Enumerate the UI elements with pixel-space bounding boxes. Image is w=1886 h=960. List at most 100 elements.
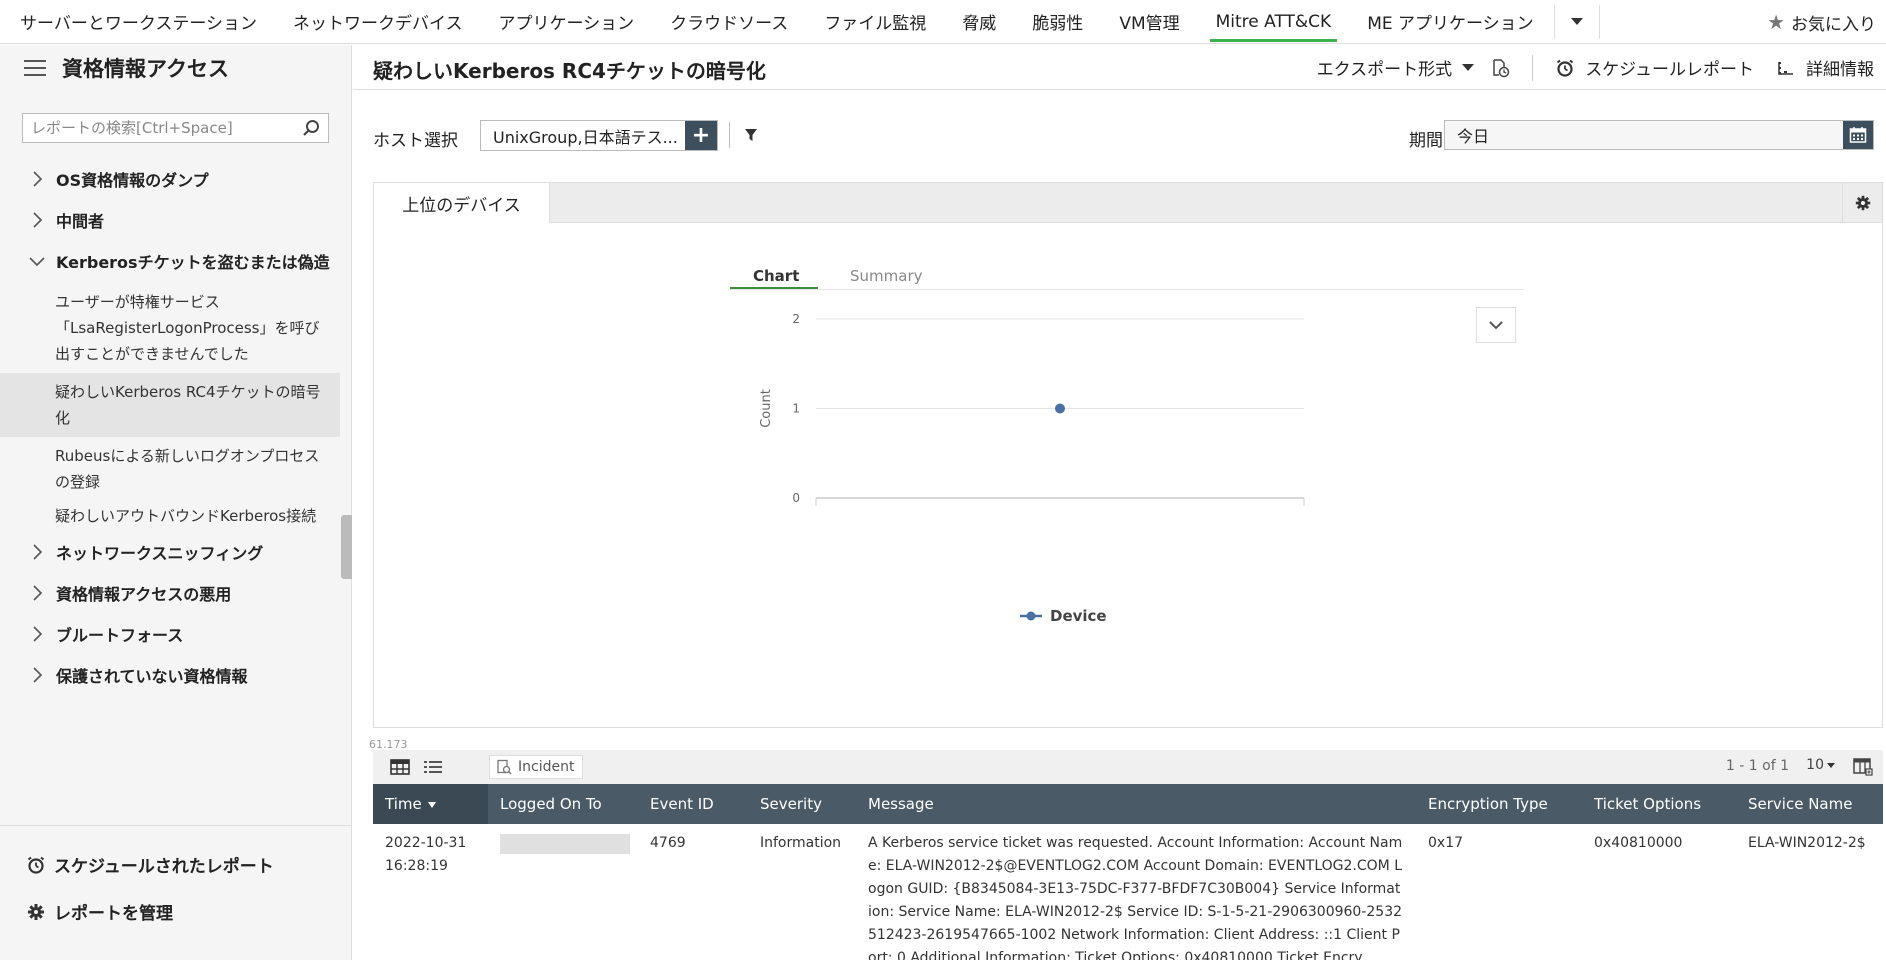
favorites-button[interactable]: ★ お気に入り bbox=[1767, 0, 1876, 44]
nav-tab-network-devices[interactable]: ネットワークデバイス bbox=[275, 0, 481, 44]
period-value: 今日 bbox=[1457, 127, 1490, 146]
caret-down-icon bbox=[1462, 64, 1475, 71]
nav-tab-servers[interactable]: サーバーとワークステーション bbox=[0, 0, 275, 44]
host-select-label: ホスト選択 bbox=[373, 131, 458, 151]
column-header-message[interactable]: Message bbox=[856, 784, 1416, 824]
scheduled-reports-label: スケジュールされたレポート bbox=[54, 857, 274, 877]
chevron-right-icon bbox=[33, 543, 43, 560]
table-header-row: Time Logged On To Event ID Severity Mess… bbox=[373, 784, 1883, 824]
tree-node-man-in-the-middle[interactable]: 中間者 bbox=[0, 199, 351, 240]
tree-node-label: OS資格情報のダンプ bbox=[56, 170, 209, 190]
column-header-severity[interactable]: Severity bbox=[748, 784, 856, 824]
tree-node-unsecured-credentials[interactable]: 保護されていない資格情報 bbox=[0, 654, 351, 695]
scheduled-reports-link[interactable]: スケジュールされたレポート bbox=[0, 841, 351, 888]
cell-service-name: ELA-WIN2012-2$ bbox=[1748, 835, 1866, 851]
tree-leaf-rubeus-logon[interactable]: Rubeusによる新しいログオンプロセスの登録 bbox=[0, 437, 340, 501]
report-tree: OS資格情報のダンプ 中間者 Kerberosチケットを盗むまたは偽造 ユーザー… bbox=[0, 158, 351, 695]
tree-node-network-sniffing[interactable]: ネットワークスニッフィング bbox=[0, 531, 351, 572]
nav-tab-threats[interactable]: 脅威 bbox=[944, 0, 1014, 44]
tree-node-kerberos-tickets[interactable]: Kerberosチケットを盗むまたは偽造 bbox=[0, 240, 351, 281]
tree-leaf-lsa-register-logon[interactable]: ユーザーが特権サービス「LsaRegisterLogonProcess」を呼び出… bbox=[0, 283, 340, 373]
column-header-time[interactable]: Time bbox=[373, 784, 488, 824]
sort-desc-icon bbox=[427, 801, 436, 808]
grid-toolbar: Incident 1 - 1 of 1 10 bbox=[373, 750, 1883, 784]
caret-down-icon bbox=[1827, 762, 1835, 768]
gear-icon bbox=[28, 903, 44, 920]
panel-settings-button[interactable] bbox=[1842, 183, 1882, 223]
chart-tab-chart[interactable]: Chart bbox=[753, 267, 799, 285]
sidebar-footer: スケジュールされたレポート レポートを管理 bbox=[0, 825, 351, 935]
column-header-service-name[interactable]: Service Name bbox=[1736, 784, 1883, 824]
schedule-report-button[interactable]: スケジュールレポート bbox=[1555, 55, 1754, 80]
cell-logged-on-to bbox=[488, 824, 638, 960]
nav-tab-vm-management[interactable]: VM管理 bbox=[1101, 0, 1197, 44]
calendar-button[interactable] bbox=[1843, 121, 1873, 149]
cell-time: 2022-10-31 16:28:19 bbox=[385, 835, 467, 874]
nav-more-button[interactable] bbox=[1557, 0, 1597, 44]
filter-divider bbox=[729, 122, 730, 148]
cell-message: A Kerberos service ticket was requested.… bbox=[868, 835, 1403, 960]
cell-encryption-type: 0x17 bbox=[1428, 835, 1464, 851]
y-tick-label: 1 bbox=[792, 402, 800, 416]
top-devices-panel: 上位のデバイス Chart Summary 0 1 2 Count Device bbox=[373, 182, 1883, 728]
nav-separator bbox=[1553, 4, 1555, 39]
chart-tab-summary[interactable]: Summary bbox=[850, 267, 923, 285]
tree-node-os-credential-dump[interactable]: OS資格情報のダンプ bbox=[0, 158, 351, 199]
list-view-icon[interactable] bbox=[423, 759, 443, 775]
tree-leaf-outbound-kerberos[interactable]: 疑わしいアウトバウンドKerberos接続 bbox=[0, 501, 340, 531]
details-button[interactable]: 詳細情報 bbox=[1776, 55, 1874, 80]
legend-marker bbox=[1026, 611, 1036, 621]
per-page-select[interactable]: 10 bbox=[1806, 757, 1835, 773]
tree-leaf-suspicious-rc4[interactable]: 疑わしいKerberos RC4チケットの暗号化 bbox=[0, 373, 340, 437]
gear-icon bbox=[1855, 195, 1870, 211]
details-label: 詳細情報 bbox=[1806, 60, 1874, 80]
nav-tab-me-applications[interactable]: ME アプリケーション bbox=[1349, 0, 1551, 44]
tree-node-credential-access-abuse[interactable]: 資格情報アクセスの悪用 bbox=[0, 572, 351, 613]
manage-reports-link[interactable]: レポートを管理 bbox=[0, 888, 351, 935]
pagination-info: 1 - 1 of 1 bbox=[1725, 758, 1789, 774]
nav-separator bbox=[1598, 4, 1600, 39]
sidebar-collapse-handle[interactable] bbox=[341, 515, 352, 579]
tree-node-label: ネットワークスニッフィング bbox=[56, 543, 264, 563]
column-header-logged-on-to[interactable]: Logged On To bbox=[488, 784, 638, 824]
nav-tab-vulnerabilities[interactable]: 脆弱性 bbox=[1014, 0, 1101, 44]
search-icon[interactable] bbox=[302, 119, 320, 137]
chart-tab-underline bbox=[730, 287, 818, 289]
period-label: 期間 bbox=[1409, 131, 1443, 151]
incident-button[interactable]: Incident bbox=[489, 755, 584, 779]
hamburger-menu-icon[interactable] bbox=[24, 60, 46, 76]
chevron-right-icon bbox=[33, 666, 43, 683]
table-view-icon[interactable] bbox=[390, 759, 410, 775]
report-search-input[interactable] bbox=[31, 119, 291, 137]
column-header-ticket-options[interactable]: Ticket Options bbox=[1582, 784, 1736, 824]
nav-tab-applications[interactable]: アプリケーション bbox=[480, 0, 652, 44]
data-point bbox=[1055, 403, 1065, 414]
nav-tab-cloud-sources[interactable]: クラウドソース bbox=[652, 0, 806, 44]
page-title: 疑わしいKerberos RC4チケットの暗号化 bbox=[373, 59, 766, 83]
main-content: 疑わしいKerberos RC4チケットの暗号化 エクスポート形式 スケジュール… bbox=[353, 45, 1886, 960]
column-header-event-id[interactable]: Event ID bbox=[638, 784, 748, 824]
nav-tab-mitre-attack[interactable]: Mitre ATT&CK bbox=[1198, 0, 1350, 44]
cell-ticket-options: 0x40810000 bbox=[1594, 835, 1683, 851]
column-chooser-icon[interactable] bbox=[1853, 758, 1873, 776]
host-select-field[interactable]: UnixGroup,日本語テス... + bbox=[480, 120, 718, 151]
filter-icon[interactable] bbox=[744, 128, 758, 142]
period-field[interactable]: 今日 bbox=[1444, 120, 1874, 150]
tab-top-devices[interactable]: 上位のデバイス bbox=[373, 182, 550, 223]
tree-node-label: Kerberosチケットを盗むまたは偽造 bbox=[56, 252, 330, 272]
export-format-dropdown[interactable]: エクスポート形式 bbox=[1317, 55, 1475, 80]
add-host-button[interactable]: + bbox=[685, 121, 717, 150]
column-header-encryption-type[interactable]: Encryption Type bbox=[1416, 784, 1582, 824]
schedule-report-label: スケジュールレポート bbox=[1585, 60, 1754, 80]
star-icon: ★ bbox=[1767, 10, 1785, 34]
chart-options-dropdown[interactable] bbox=[1476, 307, 1516, 343]
chevron-down-icon bbox=[1489, 321, 1503, 330]
table-row[interactable]: 2022-10-31 16:28:19 4769 Information A K… bbox=[373, 824, 1883, 960]
export-history-button[interactable] bbox=[1490, 58, 1510, 78]
tree-node-brute-force[interactable]: ブルートフォース bbox=[0, 613, 351, 654]
y-tick-label: 2 bbox=[792, 312, 800, 326]
chevron-right-icon bbox=[33, 625, 43, 642]
calendar-icon bbox=[1849, 127, 1867, 143]
nav-tab-file-monitoring[interactable]: ファイル監視 bbox=[806, 0, 944, 44]
export-format-label: エクスポート形式 bbox=[1316, 60, 1453, 80]
